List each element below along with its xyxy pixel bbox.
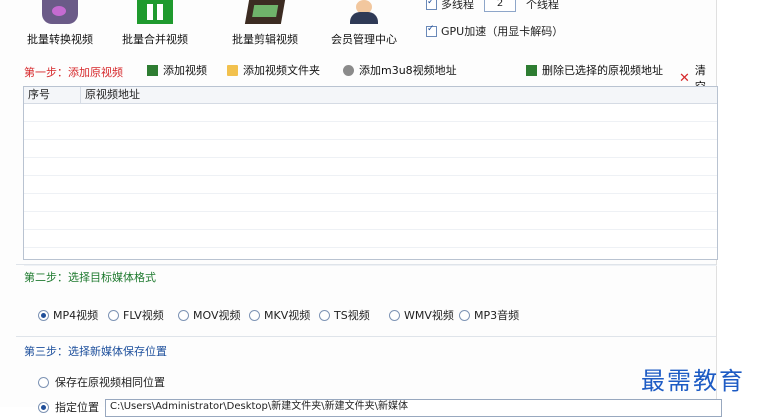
save-path-input[interactable]: C:\Users\Administrator\Desktop\新建文件夹\新建文… xyxy=(105,399,722,417)
format-label: MP4视频 xyxy=(53,309,99,322)
gpu-label: GPU加速（用显卡解码） xyxy=(441,25,564,38)
format-label: MP3音频 xyxy=(474,309,520,322)
step3-title: 第三步：选择新媒体保存位置 xyxy=(24,345,167,358)
delete-selected-button[interactable]: 删除已选择的原视频地址 xyxy=(526,62,663,78)
video-convert-icon xyxy=(42,0,78,24)
custom-location-radio[interactable]: 指定位置 xyxy=(38,399,99,415)
radio-button[interactable] xyxy=(38,309,49,321)
custom-location-label: 指定位置 xyxy=(55,401,99,414)
format-flv-radio[interactable]: FLV视频 xyxy=(108,307,164,323)
delete-selected-label: 删除已选择的原视频地址 xyxy=(542,64,663,77)
step2-title: 第二步：选择目标媒体格式 xyxy=(24,271,156,284)
multithread-option: 多线程 2 个线程 xyxy=(426,0,559,12)
add-folder-label: 添加视频文件夹 xyxy=(243,64,320,77)
format-label: WMV视频 xyxy=(404,309,454,322)
col-path-header: 原视频地址 xyxy=(85,88,140,101)
multithread-checkbox[interactable] xyxy=(426,0,437,10)
format-label: MKV视频 xyxy=(264,309,311,322)
same-location-radio[interactable]: 保存在原视频相同位置 xyxy=(38,374,165,390)
member-center-label: 会员管理中心 xyxy=(331,33,397,46)
batch-convert-label: 批量转换视频 xyxy=(27,33,93,46)
radio-button[interactable] xyxy=(459,309,470,321)
radio-button[interactable] xyxy=(249,309,260,321)
app-window: 批量转换视频 批量合并视频 批量剪辑视频 会员管理中心 多线程 2 个线程 GP… xyxy=(0,0,722,417)
add-video-label: 添加视频 xyxy=(163,64,207,77)
radio-button[interactable] xyxy=(178,309,189,321)
batch-cut-button[interactable]: 批量剪辑视频 xyxy=(220,0,310,46)
add-video-button[interactable]: 添加视频 xyxy=(147,62,207,78)
add-folder-button[interactable]: 添加视频文件夹 xyxy=(227,62,320,78)
batch-merge-label: 批量合并视频 xyxy=(122,33,188,46)
watermark: 最需教育 xyxy=(641,367,745,395)
col-index-header: 序号 xyxy=(24,87,81,103)
table-row xyxy=(24,104,717,122)
thread-suffix: 个线程 xyxy=(526,0,559,11)
divider xyxy=(16,264,716,265)
format-ts-radio[interactable]: TS视频 xyxy=(319,307,370,323)
gpu-checkbox[interactable] xyxy=(426,24,437,37)
table-row xyxy=(24,140,717,158)
radio-button[interactable] xyxy=(319,309,330,321)
radio-button[interactable] xyxy=(38,401,49,413)
radio-button[interactable] xyxy=(108,309,119,321)
multithread-label: 多线程 xyxy=(441,0,474,11)
radio-button[interactable] xyxy=(38,376,49,388)
batch-merge-button[interactable]: 批量合并视频 xyxy=(110,0,200,46)
batch-convert-button[interactable]: 批量转换视频 xyxy=(15,0,105,46)
delete-list-icon xyxy=(526,64,537,76)
member-center-button[interactable]: 会员管理中心 xyxy=(319,0,409,46)
table-row xyxy=(24,230,717,248)
video-merge-icon xyxy=(137,0,173,24)
same-location-label: 保存在原视频相同位置 xyxy=(55,376,165,389)
add-video-icon xyxy=(147,64,158,76)
format-label: MOV视频 xyxy=(193,309,241,322)
format-label: FLV视频 xyxy=(123,309,164,322)
table-row xyxy=(24,194,717,212)
gpu-option: GPU加速（用显卡解码） xyxy=(426,23,563,39)
format-label: TS视频 xyxy=(334,309,370,322)
thread-count-input[interactable]: 2 xyxy=(484,0,516,12)
format-mkv-radio[interactable]: MKV视频 xyxy=(249,307,310,323)
add-m3u8-label: 添加m3u8视频地址 xyxy=(359,64,457,77)
radio-button[interactable] xyxy=(389,309,400,321)
table-row xyxy=(24,122,717,140)
batch-cut-label: 批量剪辑视频 xyxy=(232,33,298,46)
format-wmv-radio[interactable]: WMV视频 xyxy=(389,307,454,323)
member-icon xyxy=(346,0,382,24)
step1-title: 第一步：添加原视频 xyxy=(24,66,123,79)
add-m3u8-button[interactable]: 添加m3u8视频地址 xyxy=(343,62,457,78)
format-mp3-radio[interactable]: MP3音频 xyxy=(459,307,519,323)
folder-icon xyxy=(227,64,238,76)
format-mov-radio[interactable]: MOV视频 xyxy=(178,307,240,323)
table-row xyxy=(24,158,717,176)
table-header: 序号 原视频地址 xyxy=(24,87,717,104)
table-row xyxy=(24,176,717,194)
close-icon: ✕ xyxy=(679,70,690,86)
divider xyxy=(16,336,716,337)
film-cut-icon xyxy=(244,0,286,24)
format-mp4-radio[interactable]: MP4视频 xyxy=(38,307,98,323)
table-row xyxy=(24,212,717,230)
link-icon xyxy=(343,64,354,76)
video-list-table[interactable]: 序号 原视频地址 xyxy=(23,86,718,266)
